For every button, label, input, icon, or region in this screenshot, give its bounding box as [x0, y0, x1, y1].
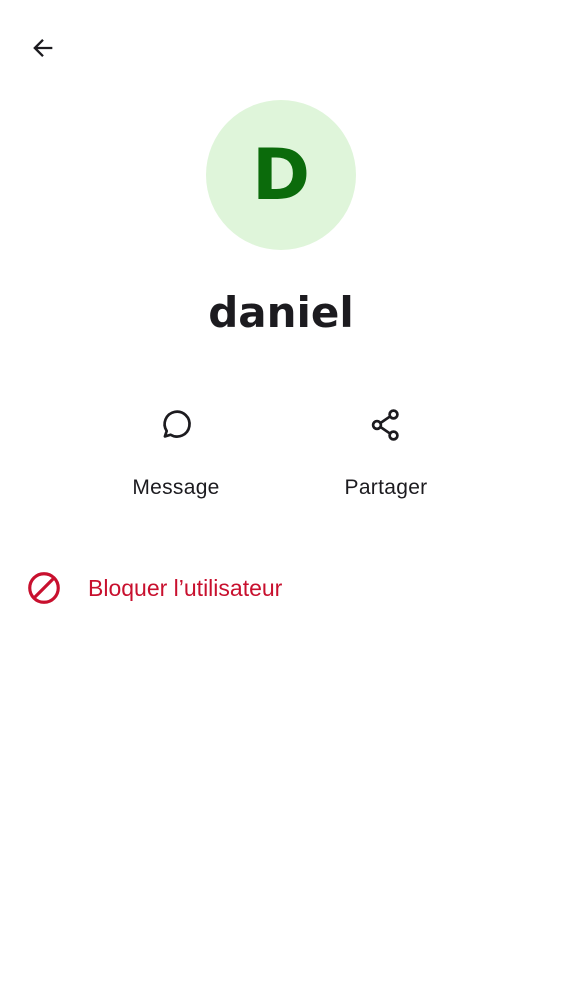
profile-name: daniel — [208, 288, 354, 337]
block-user-label: Bloquer l’utilisateur — [88, 575, 283, 601]
arrow-left-icon — [29, 34, 57, 67]
message-label: Message — [132, 476, 220, 499]
block-user-button[interactable]: Bloquer l’utilisateur — [0, 562, 562, 614]
avatar: D — [206, 100, 356, 250]
chat-bubble-icon — [156, 405, 196, 445]
share-icon — [366, 405, 406, 445]
avatar-letter: D — [251, 134, 311, 216]
share-button[interactable]: Partager — [316, 405, 456, 515]
block-icon — [24, 568, 64, 608]
back-button[interactable] — [20, 27, 66, 73]
share-label: Partager — [344, 476, 428, 499]
message-button[interactable]: Message — [106, 405, 246, 515]
